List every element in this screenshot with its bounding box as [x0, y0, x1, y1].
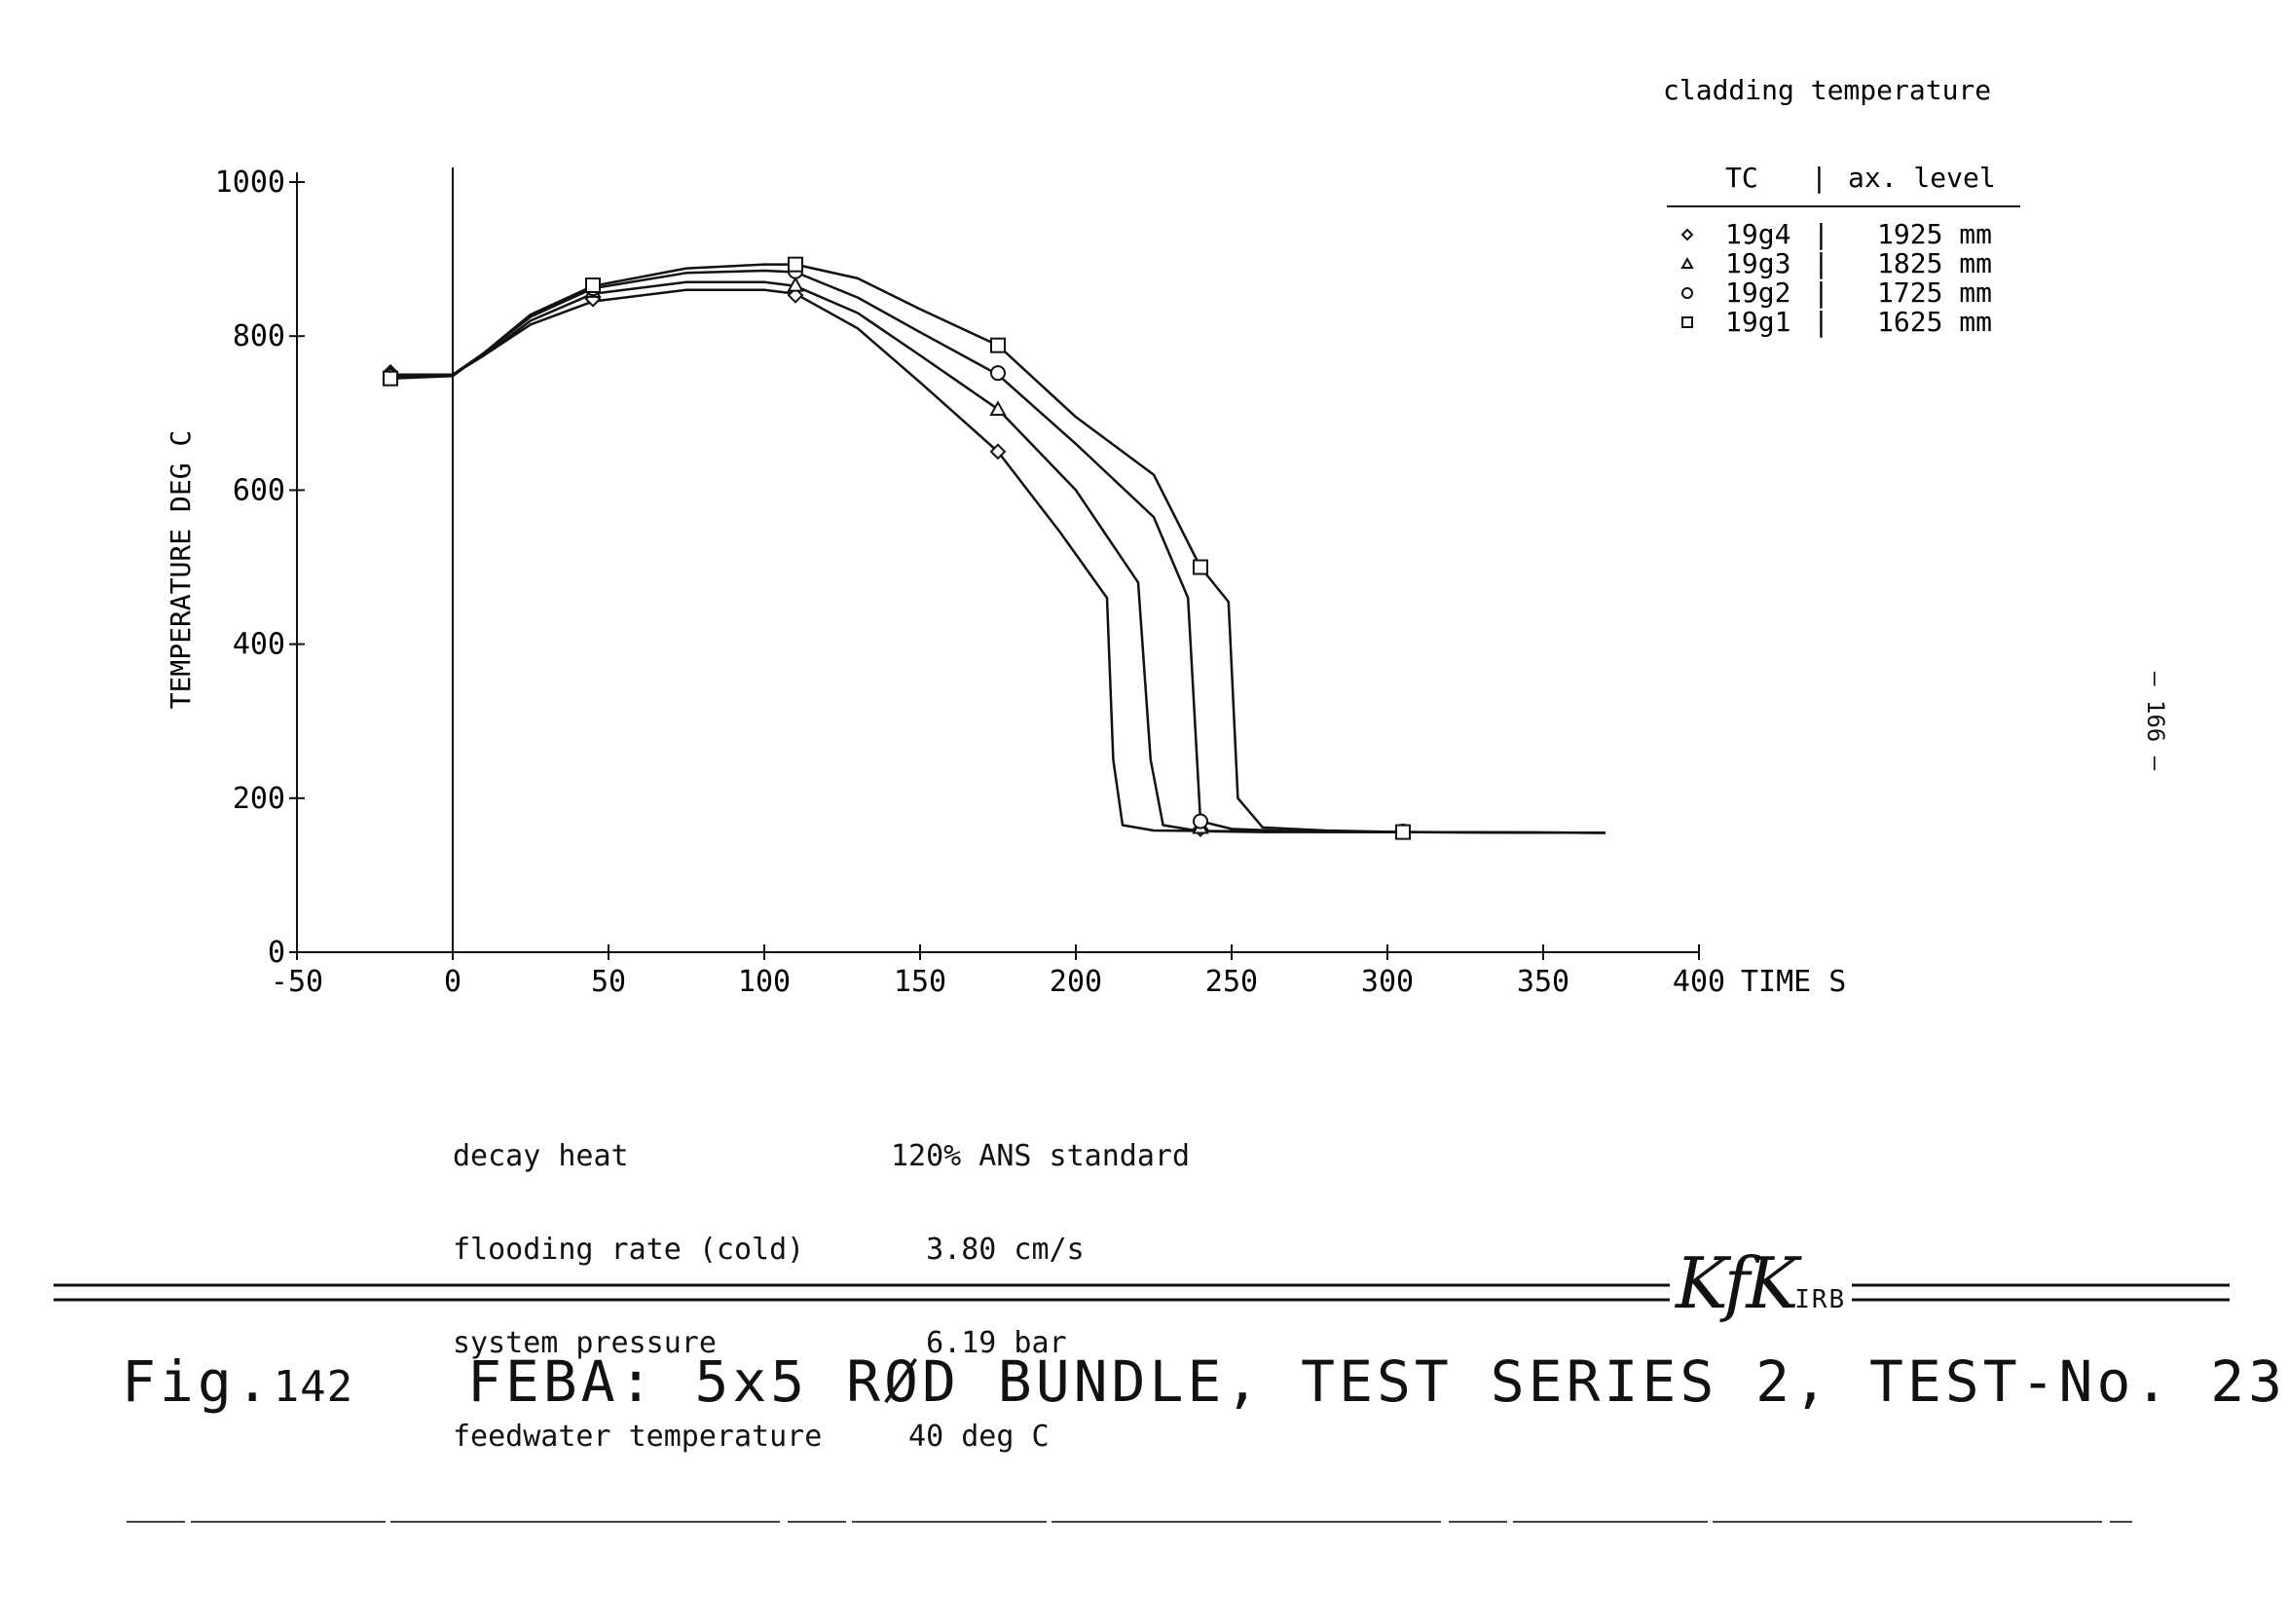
kfk-logo: KfKIRB — [1670, 1242, 1853, 1339]
marker-triangle — [989, 400, 1007, 416]
x-tick-label: 50 — [591, 965, 626, 999]
series-line-19g3 — [390, 280, 1606, 834]
figure-title: FEBA: 5x5 RØD BUNDLE, TEST SERIES 2, TES… — [466, 1348, 2288, 1415]
series-layer — [382, 256, 1606, 840]
marker-diamond — [1680, 228, 1694, 241]
parameter-row: feedwater temperature 40 deg C — [453, 1421, 1190, 1453]
series-line-19g2 — [389, 269, 1606, 834]
logo-suffix: IRB — [1794, 1285, 1847, 1314]
x-tick-label: 350 — [1517, 965, 1569, 999]
x-tick-label: 100 — [738, 965, 791, 999]
legend-entry-name: 19g3 — [1725, 247, 1790, 279]
legend-title: cladding temperature — [1663, 74, 1991, 106]
legend-entry-name: 19g1 — [1725, 306, 1790, 338]
marker-square — [788, 256, 803, 273]
x-tick-label: 150 — [894, 965, 946, 999]
y-tick-label: 800 — [233, 319, 285, 353]
marker-square — [1681, 316, 1693, 328]
marker-circle — [1193, 813, 1208, 830]
parameter-value: 120% ANS standard — [891, 1139, 1191, 1173]
legend-entry-divider: | — [1813, 247, 1829, 279]
parameter-value: 3.80 cm/s — [891, 1233, 1085, 1267]
legend-entry-divider: | — [1813, 306, 1829, 338]
page-number: — 166 — — [2142, 672, 2169, 771]
legend-entry-level: 1825 mm — [1877, 247, 1992, 279]
legend-header-divider: | — [1811, 162, 1827, 194]
x-tick-label: 0 — [444, 965, 461, 999]
legend-entry-level: 1725 mm — [1877, 277, 1992, 309]
legend-header-level: ax. level — [1848, 162, 1996, 194]
marker-square — [1395, 824, 1411, 840]
parameter-label: decay heat — [453, 1139, 629, 1173]
figure-number: 142 — [273, 1362, 354, 1412]
figure-number-prefix: Fig. — [122, 1348, 274, 1415]
marker-triangle — [1680, 256, 1694, 269]
y-tick-label: 200 — [233, 782, 285, 816]
marker-square — [585, 277, 601, 293]
legend-header-tc: TC — [1725, 162, 1758, 194]
x-tick-label: 250 — [1205, 965, 1258, 999]
parameter-label: flooding rate (cold) — [453, 1233, 805, 1267]
marker-square — [383, 370, 398, 387]
legend-entry-divider: | — [1813, 277, 1829, 309]
parameter-row: flooding rate (cold) 3.80 cm/s — [453, 1235, 1190, 1266]
marker-circle — [990, 365, 1006, 382]
x-tick-label: -50 — [271, 965, 323, 999]
legend-entry-level: 1925 mm — [1877, 218, 1992, 250]
y-tick-label: 600 — [233, 473, 285, 507]
figure-caption: Fig.142 FEBA: 5x5 RØD BUNDLE, TEST SERIE… — [122, 1348, 2288, 1415]
logo-mark: KfK — [1676, 1242, 1798, 1324]
legend-entry-name: 19g4 — [1725, 218, 1790, 250]
x-tick-label: 300 — [1361, 965, 1414, 999]
marker-square — [1193, 559, 1208, 575]
y-tick-label: 1000 — [215, 166, 285, 200]
parameter-row: decay heat 120% ANS standard — [453, 1141, 1190, 1172]
legend: cladding temperature TC | ax. level 19g4 | 192… — [1663, 74, 2020, 338]
y-tick-label: 400 — [233, 628, 285, 662]
axes: -50 0 50 100 150 200 250 300 350 4000200400600800… — [165, 166, 1846, 999]
legend-entry-divider: | — [1813, 218, 1829, 250]
legend-entry-level: 1625 mm — [1877, 306, 1992, 338]
marker-square — [990, 337, 1006, 353]
x-axis-label: TIME S — [1741, 965, 1846, 999]
parameter-table: decay heat 120% ANS standard flooding rat… — [453, 1079, 1190, 1484]
parameter-value: 40 deg C — [891, 1420, 1050, 1454]
y-axis-label: TEMPERATURE DEG C — [165, 430, 197, 710]
parameter-label: feedwater temperature — [453, 1420, 823, 1454]
legend-entry-name: 19g2 — [1725, 277, 1790, 309]
x-tick-label: 400 — [1673, 965, 1725, 999]
x-tick-label: 200 — [1050, 965, 1102, 999]
marker-circle — [1681, 287, 1693, 299]
y-tick-label: 0 — [268, 936, 285, 970]
